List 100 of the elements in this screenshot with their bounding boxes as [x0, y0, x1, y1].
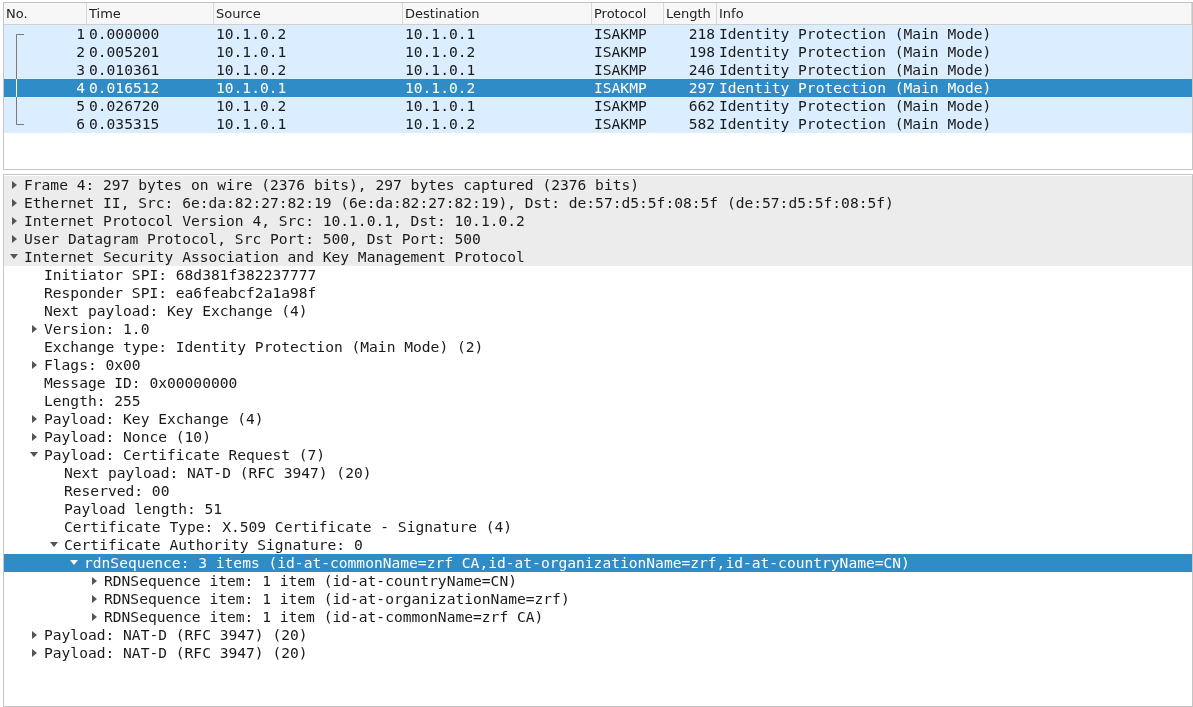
packet-row[interactable]: 5 0.026720 10.1.0.2 10.1.0.1 ISAKMP 662 Identity Protection (Main Mode): [4, 97, 1192, 115]
tree-label: rdnSequence: 3 items (id-at-commonName=zrf CA,id-at-organizationName=zrf,id-at-countryName=CN): [84, 553, 910, 574]
expand-arrow-icon[interactable]: [11, 217, 17, 225]
packet-info: Identity Protection (Main Mode): [719, 115, 992, 133]
packet-cell: 10.1.0.2: [216, 25, 287, 43]
tree-row[interactable]: Length: 255: [4, 392, 1192, 410]
expand-arrow-icon[interactable]: [31, 631, 37, 639]
tree-label: Reserved: 00: [64, 481, 170, 502]
packet-cell: 10.1.0.1: [405, 25, 476, 43]
packet-number: 5: [76, 96, 85, 117]
packet-number: 2: [76, 42, 85, 63]
packet-info: Identity Protection (Main Mode): [719, 79, 992, 97]
collapse-arrow-icon[interactable]: [30, 452, 38, 458]
tree-row[interactable]: Initiator SPI: 68d381f382237777: [4, 266, 1192, 284]
tree-row[interactable]: RDNSequence item: 1 item (id-at-commonName=zrf CA): [4, 608, 1192, 626]
tree-label: RDNSequence item: 1 item (id-at-organizationName=zrf): [104, 589, 570, 610]
column-header[interactable]: Destination: [403, 3, 592, 24]
packet-cell: 0.010361: [89, 61, 160, 79]
packet-length: 297: [688, 79, 715, 97]
packet-length: 198: [688, 43, 715, 61]
tree-row[interactable]: Payload: NAT-D (RFC 3947) (20): [4, 626, 1192, 644]
expand-arrow-icon[interactable]: [31, 649, 37, 657]
tree-row[interactable]: RDNSequence item: 1 item (id-at-countryName=CN): [4, 572, 1192, 590]
tree-row[interactable]: Reserved: 00: [4, 482, 1192, 500]
tree-row[interactable]: User Datagram Protocol, Src Port: 500, Dst Port: 500: [4, 230, 1192, 248]
tree-label: Frame 4: 297 bytes on wire (2376 bits), 297 bytes captured (2376 bits): [24, 175, 640, 196]
tree-row[interactable]: Version: 1.0: [4, 320, 1192, 338]
packet-cell: 10.1.0.2: [405, 43, 476, 61]
collapse-arrow-icon[interactable]: [10, 254, 18, 260]
packet-row[interactable]: 1 0.000000 10.1.0.2 10.1.0.1 ISAKMP 218 Identity Protection (Main Mode): [4, 25, 1192, 43]
tree-row[interactable]: Frame 4: 297 bytes on wire (2376 bits), 297 bytes captured (2376 bits): [4, 176, 1192, 194]
tree-label: Internet Security Association and Key Management Protocol: [24, 247, 525, 268]
column-header[interactable]: Time: [87, 3, 214, 24]
expand-arrow-icon[interactable]: [91, 595, 97, 603]
packet-info: Identity Protection (Main Mode): [719, 97, 992, 115]
tree-row[interactable]: Next payload: Key Exchange (4): [4, 302, 1192, 320]
packet-cell: ISAKMP: [594, 25, 647, 43]
tree-label: Version: 1.0: [44, 319, 150, 340]
packet-row[interactable]: 6 0.035315 10.1.0.1 10.1.0.2 ISAKMP 582 Identity Protection (Main Mode): [4, 115, 1192, 133]
packet-length: 582: [688, 115, 715, 133]
tree-label: Message ID: 0x00000000: [44, 373, 238, 394]
column-header[interactable]: Info: [717, 3, 1192, 24]
packet-cell: 10.1.0.1: [405, 97, 476, 115]
tree-row[interactable]: Payload: Certificate Request (7): [4, 446, 1192, 464]
packet-cell: ISAKMP: [594, 61, 647, 79]
tree-label: Certificate Authority Signature: 0: [64, 535, 363, 556]
column-header[interactable]: No.: [4, 3, 87, 24]
tree-row[interactable]: Next payload: NAT-D (RFC 3947) (20): [4, 464, 1192, 482]
tree-row[interactable]: Internet Security Association and Key Management Protocol: [4, 248, 1192, 266]
expand-arrow-icon[interactable]: [11, 199, 17, 207]
collapse-arrow-icon[interactable]: [50, 542, 58, 548]
tree-row[interactable]: RDNSequence item: 1 item (id-at-organizationName=zrf): [4, 590, 1192, 608]
packet-cell: 10.1.0.2: [405, 79, 476, 97]
packet-info: Identity Protection (Main Mode): [719, 43, 992, 61]
tree-row[interactable]: rdnSequence: 3 items (id-at-commonName=zrf CA,id-at-organizationName=zrf,id-at-countryName=CN): [4, 554, 1192, 572]
packet-cell: ISAKMP: [594, 97, 647, 115]
tree-label: Responder SPI: ea6feabcf2a1a98f: [44, 283, 317, 304]
tree-row[interactable]: Certificate Authority Signature: 0: [4, 536, 1192, 554]
packet-cell: 0.005201: [89, 43, 160, 61]
expand-arrow-icon[interactable]: [31, 433, 37, 441]
packet-cell: ISAKMP: [594, 115, 647, 133]
tree-row[interactable]: Internet Protocol Version 4, Src: 10.1.0.1, Dst: 10.1.0.2: [4, 212, 1192, 230]
tree-row[interactable]: Certificate Type: X.509 Certificate - Signature (4): [4, 518, 1192, 536]
tree-row[interactable]: Responder SPI: ea6feabcf2a1a98f: [4, 284, 1192, 302]
tree-label: User Datagram Protocol, Src Port: 500, Dst Port: 500: [24, 229, 481, 250]
tree-row[interactable]: Payload: NAT-D (RFC 3947) (20): [4, 644, 1192, 662]
column-header[interactable]: Length: [664, 3, 717, 24]
tree-row[interactable]: Payload length: 51: [4, 500, 1192, 518]
collapse-arrow-icon[interactable]: [70, 560, 78, 566]
tree-label: Initiator SPI: 68d381f382237777: [44, 265, 317, 286]
tree-label: Payload length: 51: [64, 499, 223, 520]
packet-row[interactable]: 2 0.005201 10.1.0.1 10.1.0.2 ISAKMP 198 Identity Protection (Main Mode): [4, 43, 1192, 61]
tree-row[interactable]: Payload: Key Exchange (4): [4, 410, 1192, 428]
packet-cell: 10.1.0.2: [216, 61, 287, 79]
tree-row[interactable]: Flags: 0x00: [4, 356, 1192, 374]
packet-row[interactable]: 3 0.010361 10.1.0.2 10.1.0.1 ISAKMP 246 Identity Protection (Main Mode): [4, 61, 1192, 79]
expand-arrow-icon[interactable]: [91, 613, 97, 621]
expand-arrow-icon[interactable]: [31, 361, 37, 369]
expand-arrow-icon[interactable]: [11, 181, 17, 189]
tree-row[interactable]: Message ID: 0x00000000: [4, 374, 1192, 392]
tree-label: Certificate Type: X.509 Certificate - Signature (4): [64, 517, 513, 538]
tree-row[interactable]: Exchange type: Identity Protection (Main Mode) (2): [4, 338, 1192, 356]
packet-cell: 0.026720: [89, 97, 160, 115]
tree-row[interactable]: Payload: Nonce (10): [4, 428, 1192, 446]
expand-arrow-icon[interactable]: [91, 577, 97, 585]
column-header[interactable]: Protocol: [592, 3, 664, 24]
column-header[interactable]: Source: [214, 3, 403, 24]
tree-label: Payload: Certificate Request (7): [44, 445, 326, 466]
tree-label: Payload: Key Exchange (4): [44, 409, 264, 430]
packet-cell: ISAKMP: [594, 43, 647, 61]
tree-label: Flags: 0x00: [44, 355, 141, 376]
tree-row[interactable]: Ethernet II, Src: 6e:da:82:27:82:19 (6e:da:82:27:82:19), Dst: de:57:d5:5f:08:5f (de:57:d5:5f:08:5f): [4, 194, 1192, 212]
expand-arrow-icon[interactable]: [31, 415, 37, 423]
tree-label: Payload: NAT-D (RFC 3947) (20): [44, 625, 308, 646]
packet-info: Identity Protection (Main Mode): [719, 61, 992, 79]
packet-row[interactable]: 4 0.016512 10.1.0.1 10.1.0.2 ISAKMP 297 Identity Protection (Main Mode): [4, 79, 1192, 97]
expand-arrow-icon[interactable]: [31, 325, 37, 333]
expand-arrow-icon[interactable]: [11, 235, 17, 243]
packet-number: 4: [76, 78, 85, 99]
packet-cell: 10.1.0.1: [216, 43, 287, 61]
